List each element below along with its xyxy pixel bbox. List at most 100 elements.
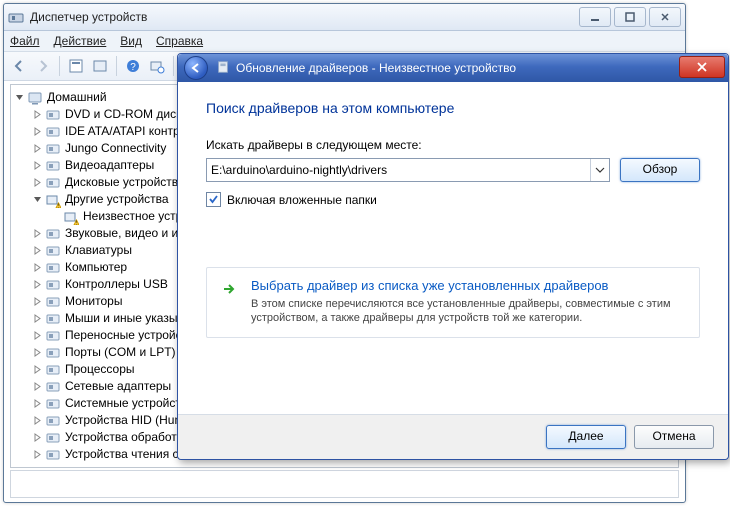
expand-icon[interactable]: [31, 126, 43, 138]
expand-icon[interactable]: [31, 143, 43, 155]
expand-icon[interactable]: [31, 432, 43, 444]
device-category-icon: [45, 345, 61, 361]
device-category-icon: [45, 107, 61, 123]
back-icon[interactable]: [8, 55, 30, 77]
device-category-icon: [45, 141, 61, 157]
device-category-icon: [45, 447, 61, 463]
menu-action[interactable]: Действие: [54, 34, 107, 48]
menu-help[interactable]: Справка: [156, 34, 203, 48]
expand-icon[interactable]: [31, 109, 43, 121]
expand-icon[interactable]: [31, 381, 43, 393]
tree-node-label: Порты (COM и LPT): [65, 344, 176, 361]
device-category-icon: [45, 226, 61, 242]
tree-node-label: Звуковые, видео и иг: [65, 225, 183, 242]
svg-text:?: ?: [130, 62, 136, 73]
pick-from-list-option[interactable]: Выбрать драйвер из списка уже установлен…: [206, 267, 700, 338]
device-category-icon: !: [63, 209, 79, 225]
tree-node-label: Устройства чтения см: [65, 446, 187, 463]
tree-node-label: Мыши и иные указыв: [65, 310, 184, 327]
tree-node-label: IDE ATA/ATAPI контр: [65, 123, 180, 140]
properties-icon[interactable]: [65, 55, 87, 77]
close-button[interactable]: [649, 7, 681, 27]
expand-icon[interactable]: [31, 228, 43, 240]
show-hidden-icon[interactable]: [89, 55, 111, 77]
menu-file[interactable]: Файл: [10, 34, 40, 48]
back-button[interactable]: [184, 56, 208, 80]
tree-node-label: Jungo Connectivity: [65, 140, 166, 157]
browse-button[interactable]: Обзор: [620, 158, 700, 182]
menu-view[interactable]: Вид: [120, 34, 142, 48]
include-subfolders-label: Включая вложенные папки: [227, 193, 377, 207]
tree-node-label: Переносные устройс: [65, 327, 182, 344]
device-category-icon: [45, 175, 61, 191]
expand-icon[interactable]: [31, 347, 43, 359]
expand-icon[interactable]: [31, 245, 43, 257]
driver-path-input[interactable]: E:\arduino\arduino-nightly\drivers: [206, 158, 610, 182]
expand-icon[interactable]: [31, 160, 43, 172]
tree-node-label: Другие устройства: [65, 191, 169, 208]
menubar: Файл Действие Вид Справка: [4, 31, 685, 52]
expand-icon[interactable]: [31, 296, 43, 308]
device-category-icon: [45, 328, 61, 344]
device-category-icon: [45, 311, 61, 327]
tree-node-label: Сетевые адаптеры: [65, 378, 171, 395]
app-icon: [8, 10, 24, 24]
status-bar: [10, 470, 679, 498]
expand-icon[interactable]: [31, 313, 43, 325]
expand-icon[interactable]: [31, 177, 43, 189]
tree-node-label: Клавиатуры: [65, 242, 132, 259]
option-description: В этом списке перечисляются все установл…: [251, 297, 685, 325]
include-subfolders-checkbox[interactable]: Включая вложенные папки: [206, 192, 700, 207]
tree-node-label: Устройства обработк: [65, 429, 182, 446]
tree-node-label: Домашний: [47, 89, 107, 106]
forward-icon[interactable]: [32, 55, 54, 77]
expand-icon[interactable]: [31, 449, 43, 461]
expand-icon[interactable]: [31, 415, 43, 427]
device-category-icon: [45, 396, 61, 412]
expand-icon[interactable]: [13, 92, 25, 104]
device-category-icon: [45, 277, 61, 293]
expand-icon[interactable]: [31, 364, 43, 376]
cancel-button[interactable]: Отмена: [634, 425, 714, 449]
device-icon: [216, 60, 230, 77]
svg-text:!: !: [58, 203, 59, 208]
minimize-button[interactable]: [579, 7, 611, 27]
titlebar[interactable]: Диспетчер устройств: [4, 4, 685, 31]
tree-node-label: Процессоры: [65, 361, 135, 378]
tree-node-label: Компьютер: [65, 259, 127, 276]
tree-node-label: Системные устройст: [65, 395, 181, 412]
expand-icon[interactable]: [31, 194, 43, 206]
window-title: Диспетчер устройств: [30, 10, 579, 24]
device-category-icon: [45, 124, 61, 140]
device-category-icon: [27, 90, 43, 106]
arrow-right-icon: [221, 278, 239, 325]
update-driver-dialog: Обновление драйверов - Неизвестное устро…: [177, 53, 729, 460]
maximize-button[interactable]: [614, 7, 646, 27]
help-icon[interactable]: ?: [122, 55, 144, 77]
expand-icon[interactable]: [31, 398, 43, 410]
expand-icon[interactable]: [31, 262, 43, 274]
tree-node-label: DVD и CD-ROM диско: [65, 106, 188, 123]
tree-node-label: Устройства HID (Hum: [65, 412, 184, 429]
device-category-icon: [45, 362, 61, 378]
dialog-titlebar[interactable]: Обновление драйверов - Неизвестное устро…: [178, 54, 728, 82]
expand-icon[interactable]: [31, 330, 43, 342]
device-category-icon: [45, 430, 61, 446]
scan-icon[interactable]: [146, 55, 168, 77]
tree-node-label: Неизвестное устро: [83, 208, 189, 225]
device-category-icon: [45, 158, 61, 174]
expand-icon[interactable]: [31, 279, 43, 291]
tree-node-label: Видеоадаптеры: [65, 157, 154, 174]
tree-node-label: Контроллеры USB: [65, 276, 168, 293]
device-category-icon: [45, 260, 61, 276]
chevron-down-icon[interactable]: [590, 159, 609, 181]
option-title: Выбрать драйвер из списка уже установлен…: [251, 278, 685, 293]
tree-node-label: Дисковые устройств: [65, 174, 178, 191]
next-button[interactable]: Далее: [546, 425, 626, 449]
dialog-close-button[interactable]: [679, 56, 725, 78]
device-category-icon: [45, 379, 61, 395]
dialog-title: Обновление драйверов - Неизвестное устро…: [236, 61, 516, 75]
path-label: Искать драйверы в следующем месте:: [206, 138, 700, 152]
expand-icon[interactable]: [49, 211, 61, 223]
driver-path-value: E:\arduino\arduino-nightly\drivers: [211, 163, 387, 177]
